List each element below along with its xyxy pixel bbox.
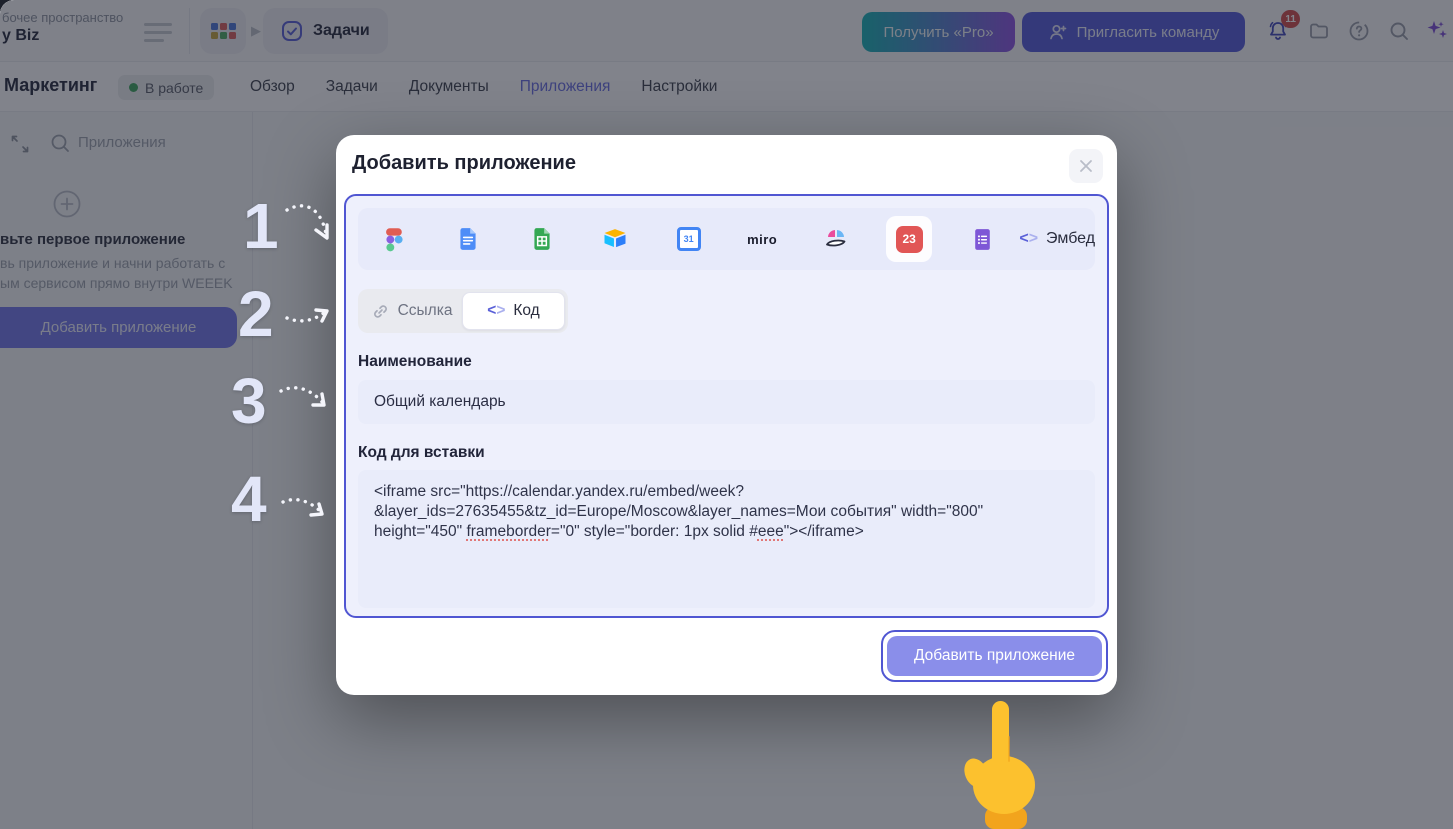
app-icon-whiteboard-shapes[interactable] [799,225,872,253]
selected-app-highlight: 23 [886,216,932,262]
link-icon [371,302,390,321]
toggle-link-label: Ссылка [398,302,453,320]
app-icon-yandex-forms[interactable] [946,227,1019,252]
app-icon-figma[interactable] [358,226,431,253]
app-icon-embed[interactable]: <> Эмбед [1019,230,1095,248]
step-number-3: 3 [231,369,267,433]
arrow-to-app-picker [283,200,337,250]
name-input[interactable]: Общий календарь [358,380,1095,424]
google-calendar-date: 31 [677,227,701,251]
close-icon [1081,161,1091,171]
code-line-3: height="450" frameborder="0" style="bord… [374,522,1079,542]
app-form-section: 31 miro 23 <> Эмбед [344,194,1109,618]
add-application-submit-button[interactable]: Добавить приложение [887,636,1102,676]
yandex-calendar-date: 23 [896,226,923,253]
code-icon: <> [487,302,505,320]
app-window: бочее пространство y Biz ▶ Задачи Получи… [0,0,1453,829]
arrow-to-source-toggle [283,298,335,330]
arrow-to-name-input [277,381,333,415]
miro-wordmark: miro [747,232,777,247]
close-button[interactable] [1069,149,1103,183]
submit-focus-ring: Добавить приложение [881,630,1108,682]
code-line-2: &layer_ids=27635455&tz_id=Europe/Moscow&… [374,502,1079,522]
toggle-code-option[interactable]: <> Код [462,292,565,330]
app-icon-google-docs[interactable] [431,226,504,252]
modal-title: Добавить приложение [352,152,576,175]
embed-label: Эмбед [1046,230,1095,248]
toggle-link-option[interactable]: Ссылка [361,292,462,330]
step-number-1: 1 [243,194,279,258]
embed-code-textarea[interactable]: <iframe src="https://calendar.yandex.ru/… [358,470,1095,608]
name-field-label: Наименование [358,353,1095,371]
add-application-modal: Добавить приложение 31 [336,135,1117,695]
code-field-label: Код для вставки [358,444,1095,462]
app-icon-miro[interactable]: miro [725,232,798,247]
pointing-finger-cursor [947,697,1051,829]
app-icon-yandex-calendar[interactable]: 23 [872,216,945,262]
app-icon-google-sheets[interactable] [505,226,578,252]
code-brackets-icon: <> [1019,230,1038,248]
step-number-2: 2 [238,282,274,346]
toggle-code-label: Код [513,302,539,320]
app-icon-google-calendar[interactable]: 31 [652,227,725,251]
app-picker-row: 31 miro 23 <> Эмбед [358,208,1095,270]
app-icon-airtable[interactable] [578,225,651,253]
step-number-4: 4 [231,467,267,531]
source-type-toggle: Ссылка <> Код [358,289,568,333]
arrow-to-code-area [279,492,331,526]
code-line-1: <iframe src="https://calendar.yandex.ru/… [374,482,1079,502]
